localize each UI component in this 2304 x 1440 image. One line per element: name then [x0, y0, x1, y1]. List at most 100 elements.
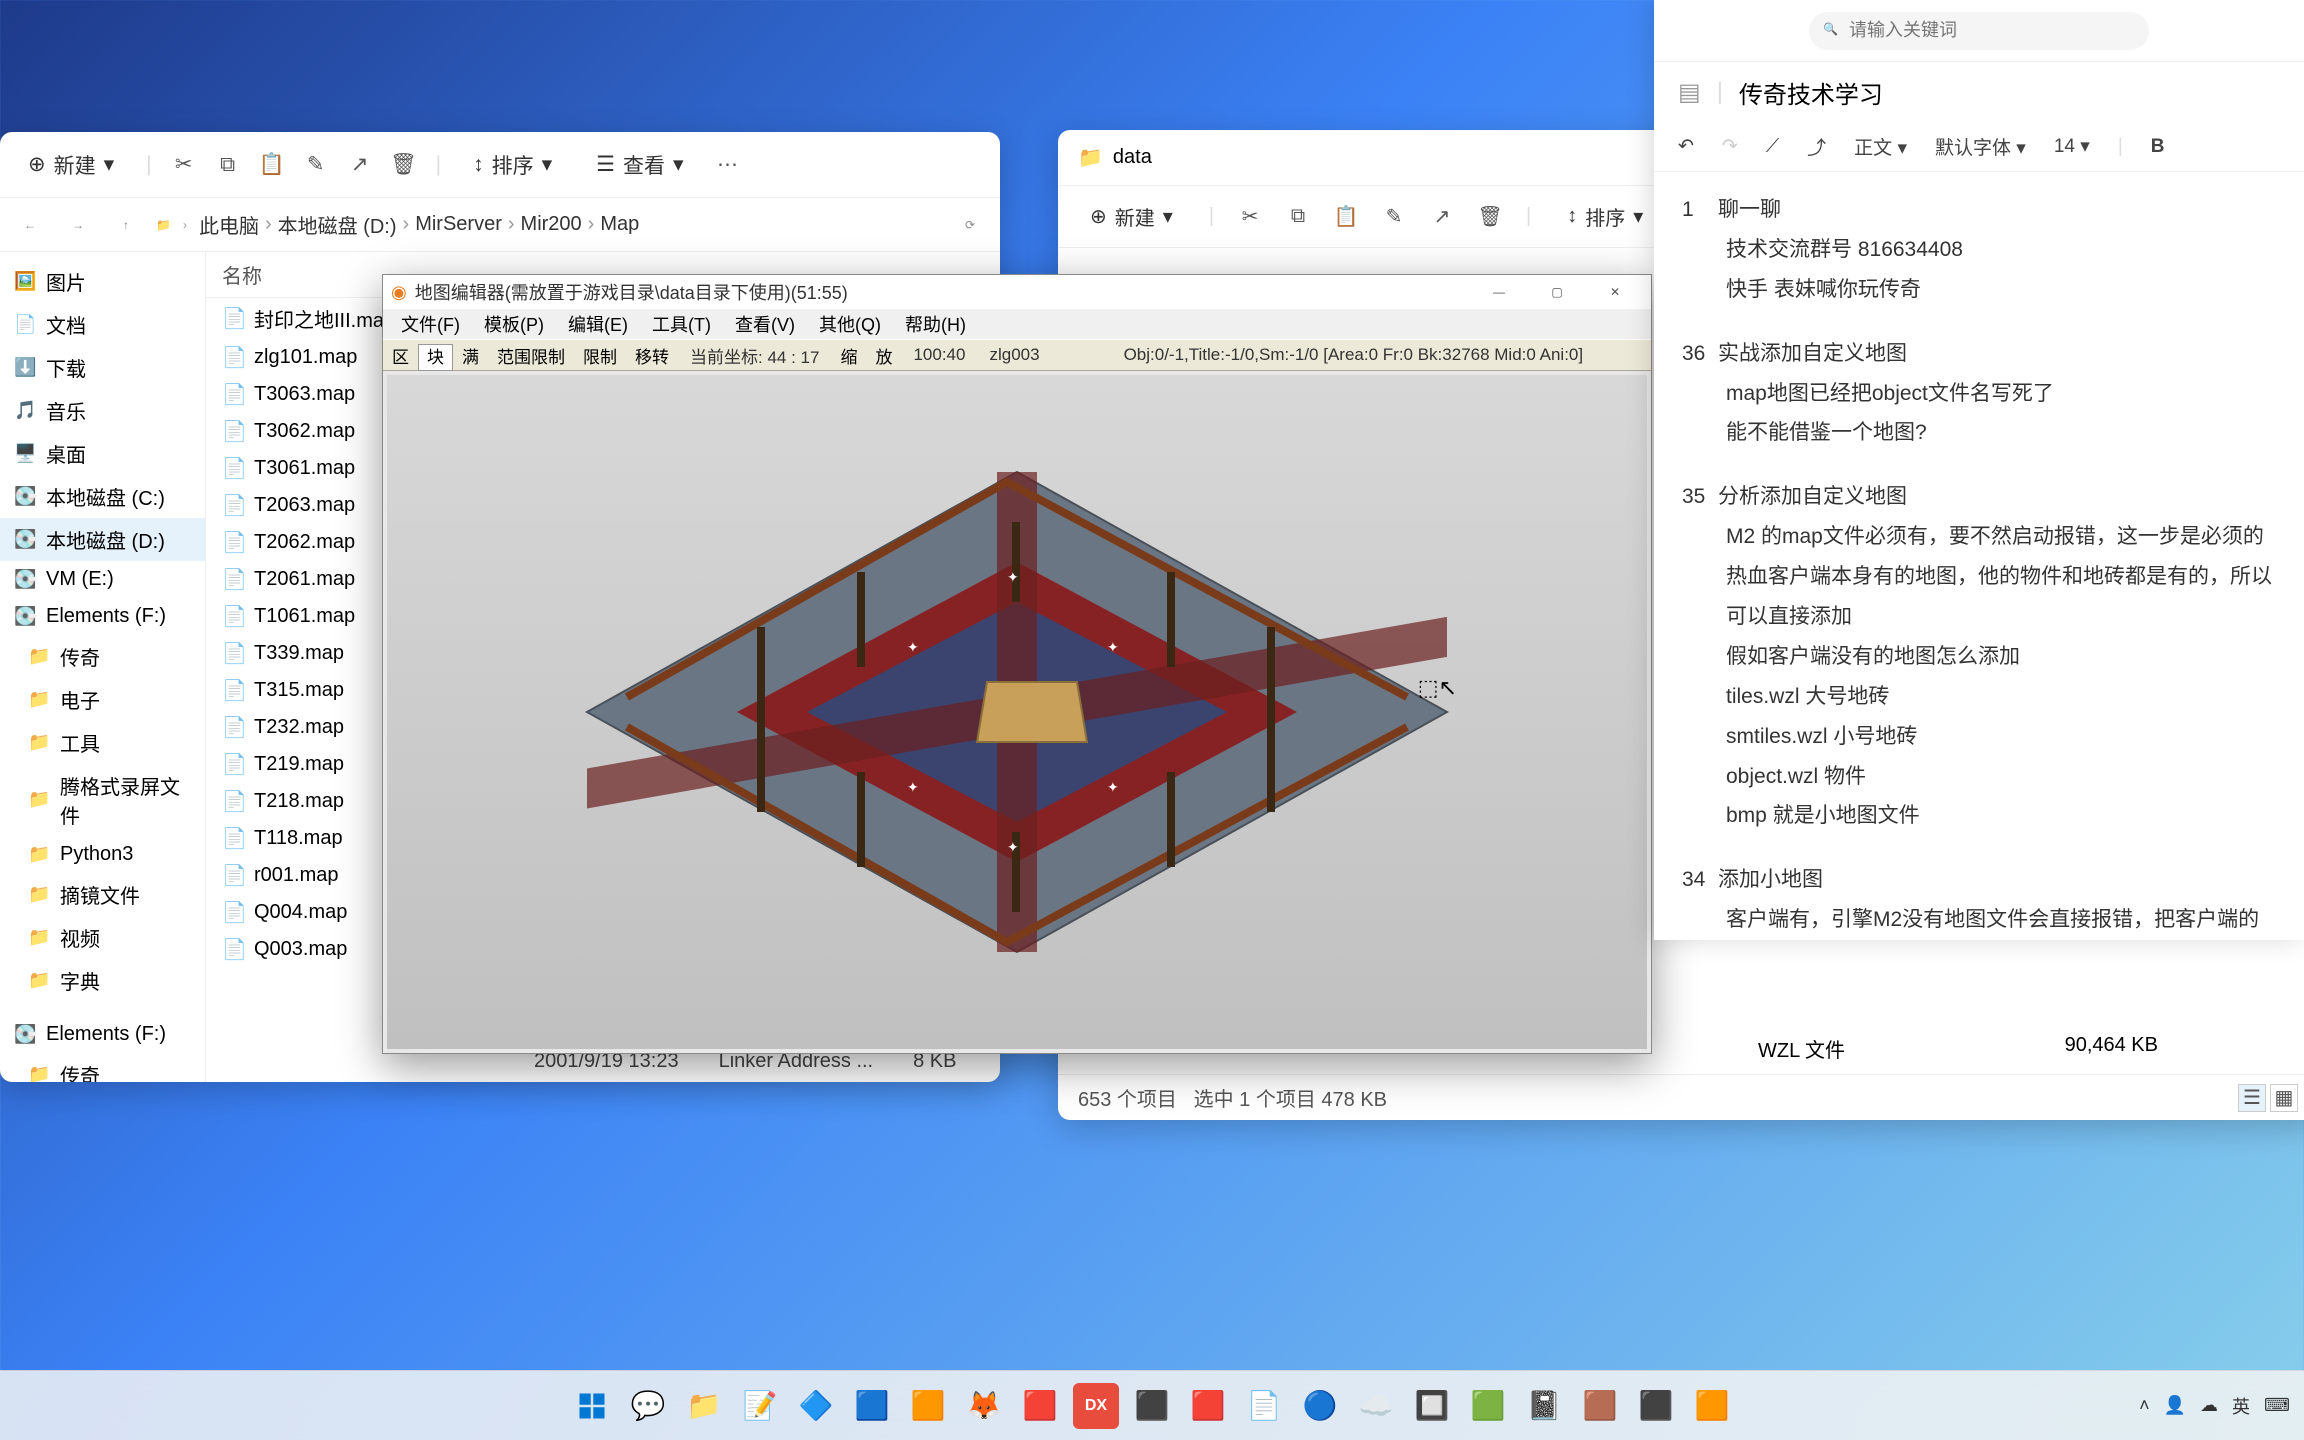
- refresh-icon[interactable]: ⟳: [952, 207, 988, 243]
- exp2-new-button[interactable]: ⊕ 新建 ▾: [1078, 194, 1185, 239]
- sidebar-item[interactable]: 💽Elements (F:): [0, 1016, 205, 1053]
- sidebar-item[interactable]: 📄文档: [0, 303, 205, 346]
- sidebar-item[interactable]: 📁摘镜文件: [0, 873, 205, 916]
- sidebar-item[interactable]: ⬇️下载: [0, 346, 205, 389]
- menu-item[interactable]: 模板(P): [474, 307, 554, 341]
- app-icon[interactable]: DX: [1073, 1383, 1119, 1429]
- menu-item[interactable]: 编辑(E): [558, 307, 638, 341]
- sort-button[interactable]: ↕ 排序 ▾: [461, 142, 564, 188]
- wechat-icon[interactable]: 💬: [625, 1383, 671, 1429]
- rename-icon[interactable]: ✎: [304, 153, 328, 177]
- ime-icon[interactable]: ⌨: [2264, 1395, 2290, 1416]
- system-tray[interactable]: ˄ 👤 ☁ 英 ⌨: [2139, 1393, 2290, 1419]
- app-icon[interactable]: 🟦: [849, 1383, 895, 1429]
- tray-person-icon[interactable]: 👤: [2164, 1395, 2186, 1416]
- new-button[interactable]: ⊕ 新建 ▾: [16, 142, 126, 188]
- undo-icon[interactable]: ↶: [1678, 135, 1694, 158]
- app-icon[interactable]: ☁️: [1353, 1383, 1399, 1429]
- app-icon[interactable]: ⬛: [1633, 1383, 1679, 1429]
- sidebar-item[interactable]: 💽本地磁盘 (D:): [0, 518, 205, 561]
- delete-icon[interactable]: 🗑: [1478, 205, 1502, 229]
- copy-icon[interactable]: ⧉: [216, 153, 240, 177]
- breadcrumb[interactable]: 此电脑› 本地磁盘 (D:)› MirServer› Mir200› Map: [199, 210, 639, 239]
- app-icon[interactable]: 🟩: [1465, 1383, 1511, 1429]
- start-button[interactable]: [569, 1383, 615, 1429]
- view-details-icon[interactable]: ☰: [2238, 1084, 2266, 1112]
- search-input[interactable]: [1809, 12, 2149, 50]
- view-grid-icon[interactable]: ▦: [2270, 1084, 2298, 1112]
- app-icon[interactable]: 🔲: [1409, 1383, 1455, 1429]
- app-icon[interactable]: 🔵: [1297, 1383, 1343, 1429]
- sidebar-item[interactable]: 🎵音乐: [0, 389, 205, 432]
- tool-button[interactable]: 范围限制: [488, 344, 574, 371]
- app-icon[interactable]: 🟥: [1017, 1383, 1063, 1429]
- back-icon[interactable]: ←: [12, 207, 48, 243]
- sidebar-item[interactable]: 🖼️图片: [0, 260, 205, 303]
- app-icon[interactable]: 🟫: [1577, 1383, 1623, 1429]
- share-icon[interactable]: ↗: [348, 153, 372, 177]
- app-icon[interactable]: 📓: [1521, 1383, 1567, 1429]
- notes-content[interactable]: 1聊一聊技术交流群号 816634408快手 表妹喊你玩传奇36实战添加自定义地…: [1654, 172, 2304, 940]
- cut-icon[interactable]: ✂: [172, 153, 196, 177]
- app-icon[interactable]: 🟧: [905, 1383, 951, 1429]
- tray-cloud-icon[interactable]: ☁: [2200, 1395, 2218, 1416]
- sidebar-item[interactable]: 💽VM (E:): [0, 561, 205, 598]
- sidebar-item[interactable]: 📁腾格式录屏文件: [0, 764, 205, 836]
- tool-button[interactable]: 移转: [626, 344, 678, 371]
- menu-item[interactable]: 查看(V): [725, 307, 805, 341]
- tool-button[interactable]: 满: [453, 344, 488, 371]
- forward-icon[interactable]: →: [60, 207, 96, 243]
- zoom-in[interactable]: 放: [866, 339, 901, 372]
- sidebar-item[interactable]: 📁电子: [0, 678, 205, 721]
- app-icon[interactable]: 📄: [1241, 1383, 1287, 1429]
- tool-button[interactable]: 块: [418, 344, 453, 371]
- map-canvas[interactable]: ✦✦ ✦✦ ✦✦ ⬚↖: [383, 371, 1651, 1053]
- zoom-out[interactable]: 缩: [831, 339, 866, 372]
- sidebar-item[interactable]: 📁Python3: [0, 836, 205, 873]
- cut-icon[interactable]: ✂: [1238, 205, 1262, 229]
- font-size[interactable]: 14 ▾: [2054, 135, 2090, 158]
- brush-icon[interactable]: ⟋: [1766, 136, 1779, 158]
- tool-button[interactable]: 限制: [574, 344, 626, 371]
- rename-icon[interactable]: ✎: [1382, 205, 1406, 229]
- app-icon[interactable]: ⬛: [1129, 1383, 1175, 1429]
- sidebar-item[interactable]: 📁传奇: [0, 635, 205, 678]
- minimize-button[interactable]: —: [1471, 277, 1527, 307]
- font-select[interactable]: 默认字体 ▾: [1935, 133, 2026, 160]
- menu-item[interactable]: 其他(Q): [809, 307, 891, 341]
- tray-chevron-icon[interactable]: ˄: [2139, 1395, 2150, 1416]
- tool-button[interactable]: 区: [383, 344, 418, 371]
- view-button[interactable]: ☰ 查看 ▾: [584, 142, 695, 188]
- sidebar-item[interactable]: 💽Elements (F:): [0, 598, 205, 635]
- bold-button[interactable]: B: [2151, 136, 2165, 158]
- maximize-button[interactable]: ▢: [1529, 277, 1585, 307]
- close-button[interactable]: ✕: [1587, 277, 1643, 307]
- copy-icon[interactable]: ⧉: [1286, 205, 1310, 229]
- sidebar-item[interactable]: 🖥️桌面: [0, 432, 205, 475]
- paste-icon[interactable]: 📋: [260, 153, 284, 177]
- sidebar-item[interactable]: 📁视频: [0, 916, 205, 959]
- app-icon[interactable]: 🟧: [1689, 1383, 1735, 1429]
- app-icon[interactable]: 🦊: [961, 1383, 1007, 1429]
- ime-lang[interactable]: 英: [2232, 1393, 2250, 1419]
- upload-icon[interactable]: ⤴: [1807, 133, 1826, 160]
- explorer2-tab[interactable]: 📁 data: [1078, 145, 1152, 170]
- sidebar-item[interactable]: 📁工具: [0, 721, 205, 764]
- delete-icon[interactable]: 🗑: [392, 153, 416, 177]
- sidebar-item[interactable]: 📁传奇: [0, 1053, 205, 1082]
- sidebar-item[interactable]: 📁字典: [0, 959, 205, 1002]
- sidebar-item[interactable]: 💽本地磁盘 (C:): [0, 475, 205, 518]
- menu-item[interactable]: 工具(T): [642, 307, 721, 341]
- more-icon[interactable]: ⋯: [716, 153, 740, 177]
- explorer-icon[interactable]: 📁: [681, 1383, 727, 1429]
- style-select[interactable]: 正文 ▾: [1854, 133, 1907, 160]
- menu-item[interactable]: 帮助(H): [895, 307, 976, 341]
- redo-icon[interactable]: ↷: [1722, 135, 1738, 158]
- menu-item[interactable]: 文件(F): [391, 307, 470, 341]
- app-icon[interactable]: 🔷: [793, 1383, 839, 1429]
- up-icon[interactable]: ↑: [108, 207, 144, 243]
- column-name[interactable]: 名称: [222, 260, 262, 289]
- app-icon[interactable]: 🟥: [1185, 1383, 1231, 1429]
- share-icon[interactable]: ↗: [1430, 205, 1454, 229]
- sort-button[interactable]: ↕ 排序 ▾: [1555, 194, 1655, 239]
